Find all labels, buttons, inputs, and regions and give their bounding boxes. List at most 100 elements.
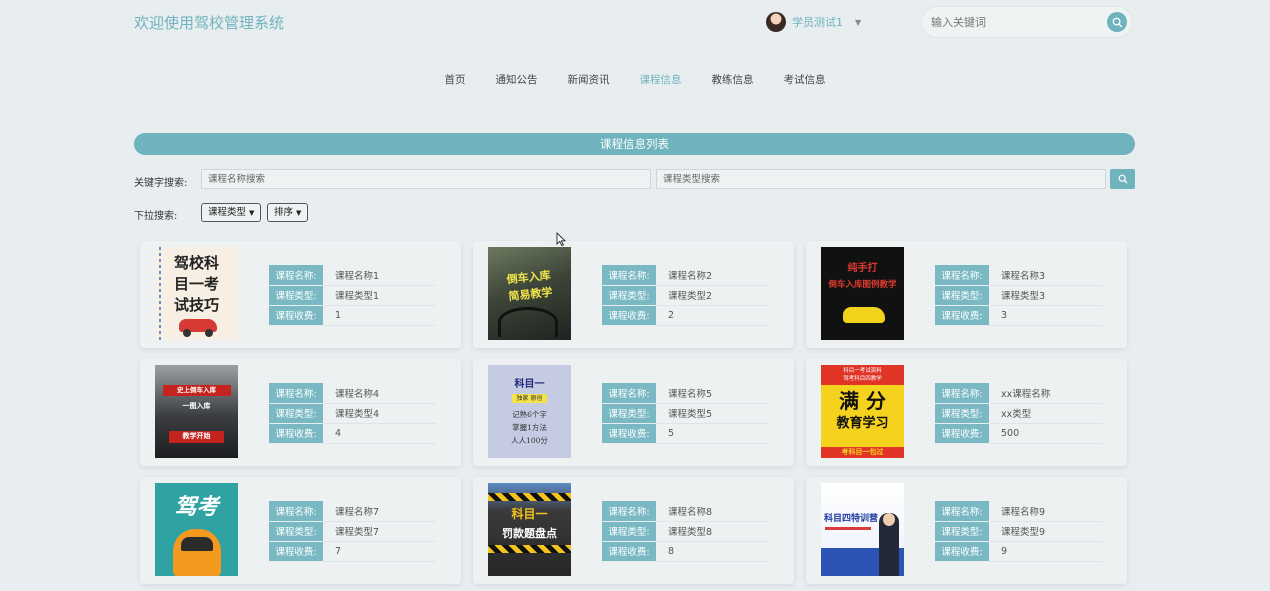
course-thumbnail[interactable]: 科目一 罚款题盘点: [488, 483, 571, 576]
nav-exams[interactable]: 考试信息: [769, 72, 841, 87]
nav-notices[interactable]: 通知公告: [481, 72, 553, 87]
hazard-stripe: [488, 545, 571, 553]
list-title-banner: 课程信息列表: [134, 133, 1135, 155]
nav-news[interactable]: 新闻资讯: [553, 72, 625, 87]
course-type-label: 课程类型:: [935, 403, 989, 424]
course-fee-label: 课程收费:: [269, 423, 323, 444]
course-name-label: 课程名称:: [935, 265, 989, 286]
course-type-value: xx类型: [989, 403, 1102, 424]
thumb-text: 史上倒车入库: [177, 386, 216, 394]
nav-courses[interactable]: 课程信息: [625, 72, 697, 87]
course-fee-value: 2: [656, 305, 769, 326]
course-card[interactable]: 驾校科 目一考 试技巧 课程名称: 课程名称1 课程类型: 课程类型1 课程收费: 1: [140, 241, 461, 348]
sort-dropdown-label: 排序: [274, 207, 294, 218]
thumb-text: 人人100分: [511, 436, 548, 445]
course-type-label: 课程类型:: [269, 285, 323, 306]
thumb-text: 驾校科: [173, 254, 219, 272]
course-name-value: xx课程名称: [989, 383, 1102, 404]
thumb-text: 驾考科目四教学: [843, 376, 882, 382]
car-icon: [843, 307, 885, 323]
keyword-search-button[interactable]: [1110, 169, 1135, 189]
course-type-value: 课程类型7: [323, 521, 436, 542]
search-icon: [1112, 17, 1122, 27]
course-name-value: 课程名称5: [656, 383, 769, 404]
course-type-value: 课程类型8: [656, 521, 769, 542]
course-type-label: 课程类型:: [935, 521, 989, 542]
course-card[interactable]: 驾考 课程名称: 课程名称7 课程类型: 课程类型7 课程收费: 7: [140, 477, 461, 584]
search-button[interactable]: [1107, 12, 1127, 32]
nav-home[interactable]: 首页: [430, 72, 481, 87]
course-fee-label: 课程收费:: [935, 305, 989, 326]
course-fee-value: 5: [656, 423, 769, 444]
course-fee-label: 课程收费:: [935, 541, 989, 562]
top-search-input[interactable]: [931, 15, 1107, 29]
hazard-stripe: [488, 493, 571, 501]
course-fee-value: 9: [989, 541, 1102, 562]
course-type-label: 课程类型:: [269, 521, 323, 542]
thumb-text: 满 分: [839, 389, 886, 413]
chevron-down-icon: ▼: [296, 209, 302, 217]
course-thumbnail[interactable]: 科目四特训营: [821, 483, 904, 576]
course-card[interactable]: 史上倒车入库 一图入库 教学开始 课程名称: 课程名称4 课程类型: 课程类型4 课…: [140, 359, 461, 466]
course-card[interactable]: 科目一 罚款题盘点 课程名称: 课程名称8 课程类型: 课程类型8 课程收费: 8: [473, 477, 794, 584]
course-name-value: 课程名称9: [989, 501, 1102, 522]
course-name-value: 课程名称7: [323, 501, 436, 522]
course-thumbnail[interactable]: 倒车入库 简易教学: [488, 247, 571, 340]
course-name-value: 课程名称2: [656, 265, 769, 286]
course-fee-label: 课程收费:: [935, 423, 989, 444]
course-name-search-input[interactable]: [201, 169, 651, 189]
course-type-search-input[interactable]: [656, 169, 1106, 189]
instructor-face: [883, 513, 895, 526]
course-info-table: 课程名称: 课程名称1 课程类型: 课程类型1 课程收费: 1: [269, 265, 436, 326]
course-type-label: 课程类型:: [602, 521, 656, 542]
thumb-text: 目一考: [173, 275, 219, 293]
user-menu[interactable]: 学员测试1 ▼: [766, 12, 861, 32]
course-name-label: 课程名称:: [602, 383, 656, 404]
thumb-text: 掌握1方法: [512, 423, 547, 432]
thumb-text: 罚款题盘点: [502, 527, 557, 540]
course-thumbnail[interactable]: 驾校科 目一考 试技巧: [155, 247, 238, 340]
course-type-dropdown[interactable]: 课程类型 ▼: [201, 203, 262, 222]
steering-wheel-icon: [498, 307, 558, 337]
thumb-text: 记熟6个字: [512, 410, 547, 419]
course-fee-value: 3: [989, 305, 1102, 326]
thumb-text: 一图入库: [182, 402, 211, 410]
site-title: 欢迎使用驾校管理系统: [134, 14, 285, 32]
thumb-text: 科目一: [514, 379, 545, 390]
course-card[interactable]: 科目四特训营 课程名称: 课程名称9 课程类型: 课程类型9 课程收费: 9: [806, 477, 1127, 584]
course-card[interactable]: 科目一考试资料 驾考科目四教学 满 分 教育学习 考科目一包过 课程名称: xx课…: [806, 359, 1127, 466]
course-thumbnail[interactable]: 史上倒车入库 一图入库 教学开始: [155, 365, 238, 458]
avatar[interactable]: [766, 12, 786, 32]
dropdown-search-label: 下拉搜索:: [134, 211, 178, 222]
course-thumbnail[interactable]: 科目一 独家 原创 记熟6个字 掌握1方法 人人100分: [488, 365, 571, 458]
sort-dropdown[interactable]: 排序 ▼: [267, 203, 309, 222]
wheel-icon: [183, 329, 191, 337]
thumb-text: 驾考: [174, 495, 219, 520]
course-name-value: 课程名称3: [989, 265, 1102, 286]
course-card[interactable]: 纯手打 倒车入库图例教学 课程名称: 课程名称3 课程类型: 课程类型3 课程收费:…: [806, 241, 1127, 348]
course-thumbnail[interactable]: 纯手打 倒车入库图例教学: [821, 247, 904, 340]
course-fee-label: 课程收费:: [269, 305, 323, 326]
user-name[interactable]: 学员测试1: [792, 14, 843, 30]
course-type-label: 课程类型:: [269, 403, 323, 424]
course-thumbnail[interactable]: 科目一考试资料 驾考科目四教学 满 分 教育学习 考科目一包过: [821, 365, 904, 458]
course-info-table: 课程名称: 课程名称4 课程类型: 课程类型4 课程收费: 4: [269, 383, 436, 444]
chevron-down-icon: ▼: [249, 209, 255, 217]
course-type-value: 课程类型3: [989, 285, 1102, 306]
thumb-text: 考科目一包过: [841, 448, 884, 456]
course-fee-label: 课程收费:: [602, 305, 656, 326]
course-name-label: 课程名称:: [602, 501, 656, 522]
course-fee-value: 1: [323, 305, 436, 326]
thumb-text: 科目一: [511, 507, 548, 521]
course-type-label: 课程类型:: [935, 285, 989, 306]
course-info-table: 课程名称: 课程名称8 课程类型: 课程类型8 课程收费: 8: [602, 501, 769, 562]
course-thumbnail[interactable]: 驾考: [155, 483, 238, 576]
nav-coaches[interactable]: 教练信息: [697, 72, 769, 87]
thumb-text: 独家 原创: [516, 395, 543, 402]
course-card[interactable]: 倒车入库 简易教学 课程名称: 课程名称2 课程类型: 课程类型2 课程收费: 2: [473, 241, 794, 348]
course-name-label: 课程名称:: [935, 383, 989, 404]
course-name-label: 课程名称:: [935, 501, 989, 522]
chevron-down-icon[interactable]: ▼: [855, 18, 861, 27]
course-name-value: 课程名称4: [323, 383, 436, 404]
course-card[interactable]: 科目一 独家 原创 记熟6个字 掌握1方法 人人100分 课程名称: 课程名称5 …: [473, 359, 794, 466]
